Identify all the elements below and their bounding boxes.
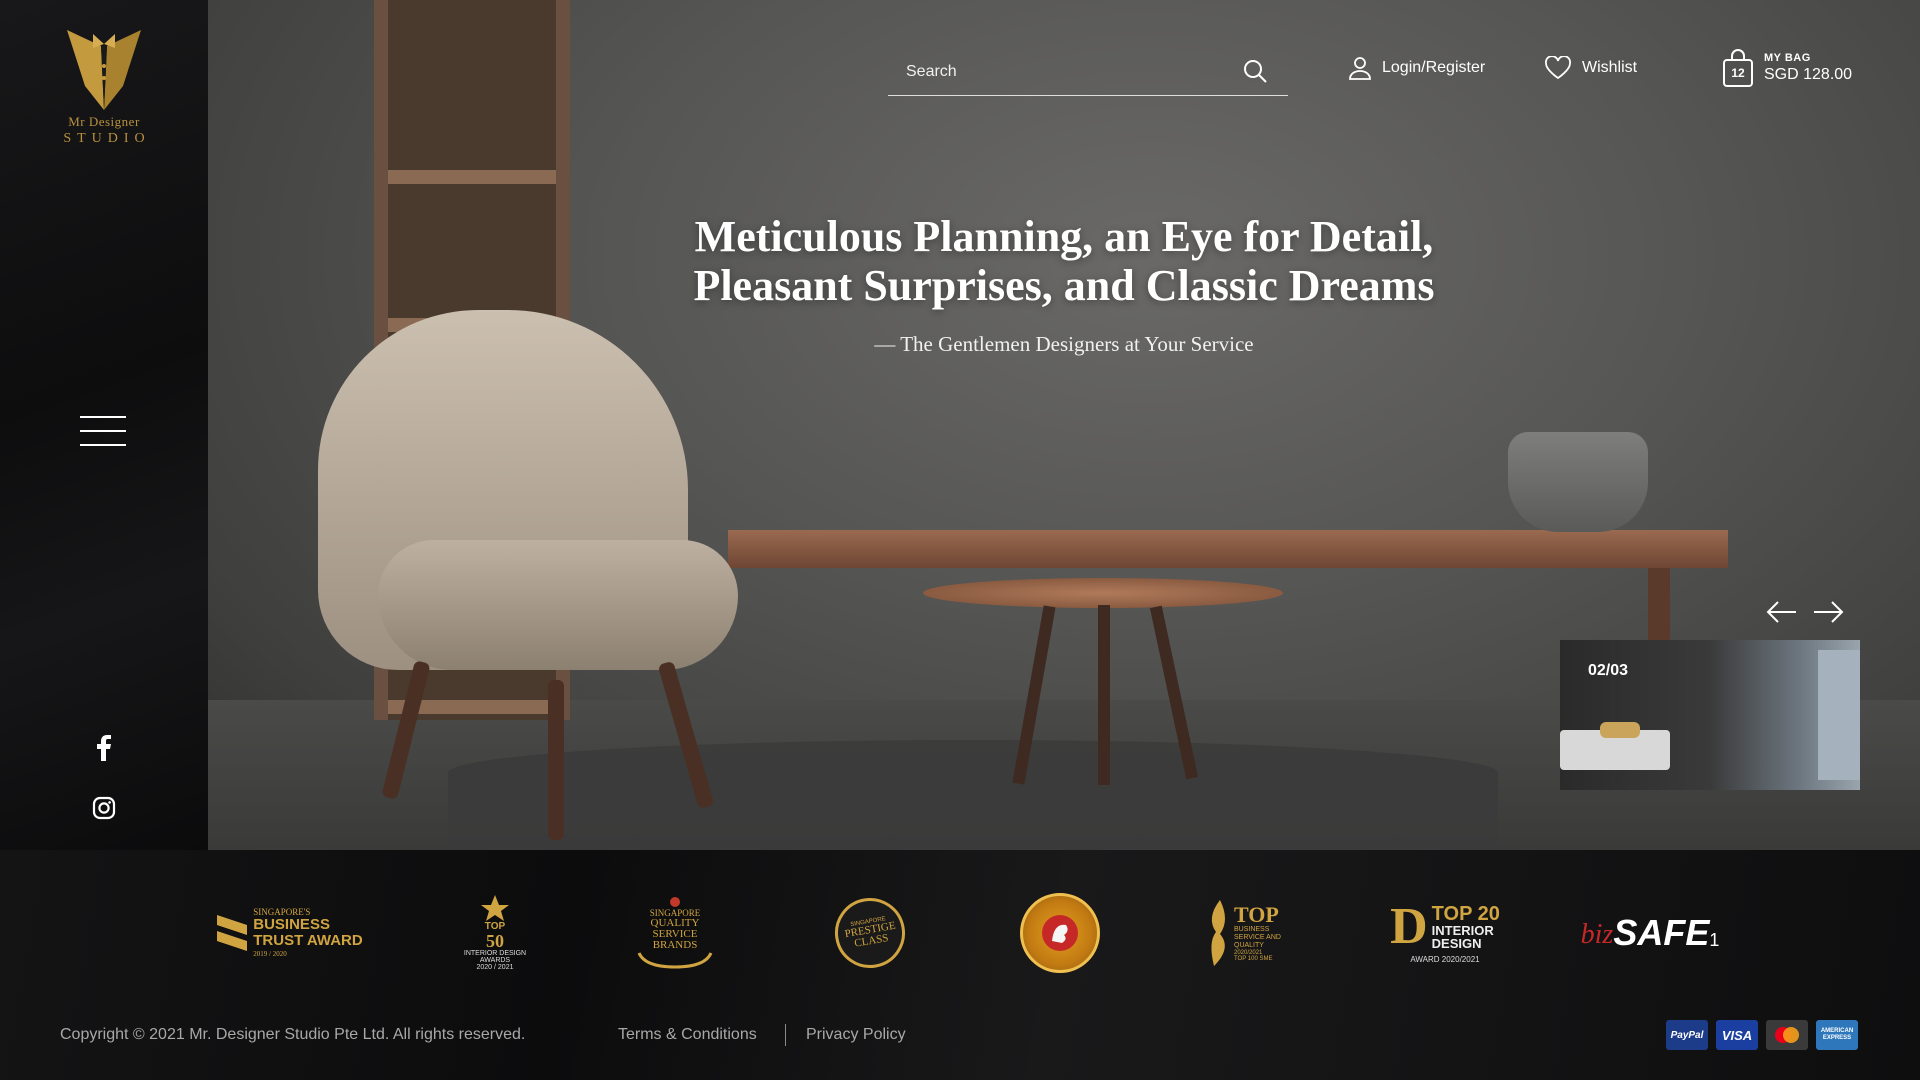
bag-label: MY BAG [1764, 52, 1811, 64]
privacy-policy-link[interactable]: Privacy Policy [806, 1026, 906, 1044]
brand-name-line2: STUDIO [63, 131, 151, 146]
award-top-50-interior: TOP 50 INTERIOR DESIGN AWARDS 2020 / 202… [445, 885, 545, 980]
flame-icon [1211, 899, 1225, 966]
bag-total: SGD 128.00 [1764, 66, 1853, 83]
hero-side-table [923, 578, 1283, 608]
award-business-trust: SINGAPORE'S BUSINESS TRUST AWARD 2019 / … [215, 885, 365, 980]
heart-icon [1545, 56, 1571, 80]
lion-icon [1042, 914, 1078, 951]
brand-logo[interactable]: Mr Designer STUDIO [56, 26, 152, 147]
search-bar [888, 52, 1288, 96]
visa-icon: VISA [1716, 1020, 1758, 1050]
hero-plant [1508, 432, 1648, 532]
laurel-icon [670, 897, 680, 907]
trophy-icon [481, 894, 509, 921]
mastercard-icon [1766, 1020, 1808, 1050]
chevron-badge-icon [217, 914, 248, 951]
shopping-bag-icon: 12 [1722, 48, 1754, 88]
wishlist-label: Wishlist [1582, 59, 1638, 76]
id-monogram: D [1390, 898, 1428, 955]
arrow-right-icon[interactable] [1812, 600, 1844, 624]
wishlist-link[interactable]: Wishlist [1544, 56, 1637, 80]
login-register-link[interactable]: Login/Register [1348, 56, 1485, 80]
award-bizsafe: biz SAFE 1 [1580, 911, 1720, 953]
hero-subheadline: — The Gentlemen Designers at Your Servic… [874, 332, 1254, 356]
tuxedo-logo-icon [67, 30, 141, 110]
arrow-left-icon[interactable] [1766, 600, 1798, 624]
facebook-icon[interactable] [91, 735, 117, 761]
award-quality-service-brands: SINGAPORE QUALITY SERVICE BRANDS [625, 885, 725, 980]
footer-divider [785, 1024, 786, 1046]
hero-headline: Meticulous Planning, an Eye for Detail, … [208, 212, 1920, 310]
award-lion-emblem [1010, 885, 1110, 980]
hero-rug [448, 740, 1498, 850]
shopping-bag-button[interactable]: 12 MY BAG SGD 128.00 [1722, 48, 1852, 88]
search-input[interactable] [906, 58, 1226, 86]
hero-headline-line1: Meticulous Planning, an Eye for Detail, [694, 212, 1434, 261]
slide-counter: 02/03 [1588, 662, 1629, 679]
award-top-20-interior: D TOP 20 INTERIOR DESIGN AWARD 2020/2021 [1390, 898, 1500, 965]
award-top-business-service: TOP BUSINESS SERVICE AND QUALITY 2020/20… [1200, 885, 1300, 980]
brand-name-line1: Mr Designer [68, 114, 140, 129]
next-slide-thumbnail[interactable]: 02/03 [1560, 640, 1860, 790]
hero-headline-line2: Pleasant Surprises, and Classic Dreams [693, 261, 1435, 310]
search-icon[interactable] [1242, 58, 1268, 84]
login-register-label: Login/Register [1382, 59, 1486, 76]
amex-icon: AMERICAN EXPRESS [1816, 1020, 1858, 1050]
hamburger-menu-icon[interactable] [80, 416, 126, 454]
instagram-icon[interactable] [91, 795, 117, 821]
user-icon [1349, 57, 1371, 80]
award-prestige-class: SINGAPORE PRESTIGE CLASS [815, 885, 925, 980]
paypal-icon: PayPal [1666, 1020, 1708, 1050]
bag-item-count: 12 [1731, 66, 1745, 80]
terms-conditions-link[interactable]: Terms & Conditions [618, 1026, 757, 1044]
sidebar: Mr Designer STUDIO [0, 0, 208, 850]
hero-console-table [728, 530, 1728, 568]
copyright-text: Copyright © 2021 Mr. Designer Studio Pte… [60, 1026, 526, 1043]
